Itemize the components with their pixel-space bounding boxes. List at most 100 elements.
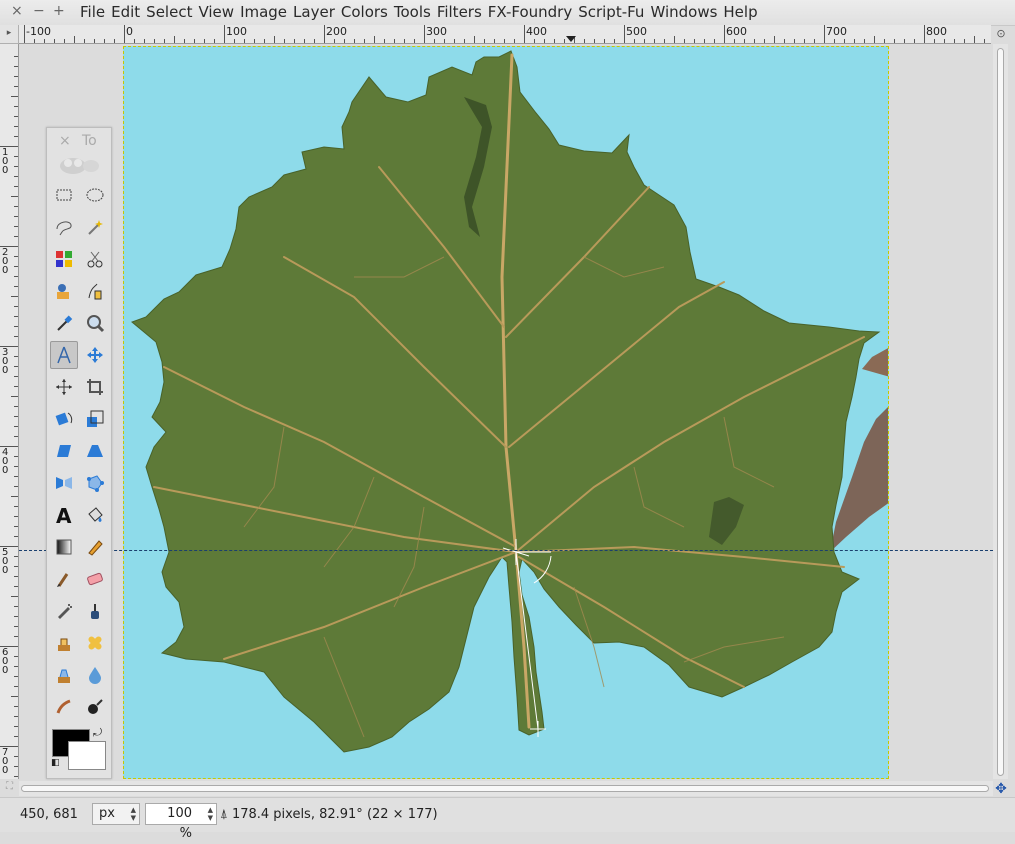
pencil-tool-icon[interactable]	[81, 533, 109, 561]
unit-select[interactable]: px ▲ ▼	[92, 803, 140, 825]
ruler-minor-tick	[14, 756, 18, 757]
ruler-minor-tick	[14, 616, 18, 617]
tool-grid: A	[49, 180, 111, 724]
paintbrush-tool-icon[interactable]	[50, 565, 78, 593]
ruler-minor-tick	[14, 176, 18, 177]
ruler-minor-tick	[14, 716, 18, 717]
navigate-icon[interactable]: ✥	[993, 781, 1009, 797]
ruler-minor-tick	[14, 356, 18, 357]
flip-tool-icon[interactable]	[50, 469, 78, 497]
rect-select-tool-icon[interactable]	[50, 181, 78, 209]
ruler-corner-button[interactable]: ▸	[0, 25, 19, 44]
crop-tool-icon[interactable]	[81, 373, 109, 401]
fuzzy-select-tool-icon[interactable]	[81, 213, 109, 241]
zoom-dropdown-icon: ▲ ▼	[207, 806, 213, 822]
vertical-scrollbar[interactable]	[993, 44, 1008, 779]
quick-mask-icon[interactable]: ⛶	[2, 781, 17, 796]
bucket-fill-tool-icon[interactable]	[81, 501, 109, 529]
ruler-label: 0	[126, 25, 133, 38]
image-canvas[interactable]	[123, 46, 889, 779]
color-picker-tool-icon[interactable]	[50, 309, 78, 337]
ink-tool-icon[interactable]	[81, 597, 109, 625]
eraser-tool-icon[interactable]	[81, 565, 109, 593]
paths-tool-icon[interactable]	[81, 277, 109, 305]
move-tool-icon[interactable]	[81, 341, 109, 369]
ruler-minor-tick	[14, 476, 18, 477]
toolbox-title: To	[82, 133, 97, 149]
ruler-minor-tick	[734, 39, 735, 43]
ruler-minor-tick	[14, 566, 18, 567]
free-select-tool-icon[interactable]	[50, 213, 78, 241]
ruler-label: 500	[2, 547, 9, 576]
horizontal-scroll-thumb[interactable]	[21, 785, 989, 792]
toolbox-close-icon[interactable]: ×	[59, 133, 71, 149]
ruler-minor-tick	[414, 39, 415, 43]
horizontal-ruler[interactable]: -100 0 100 200 300 400 500 600 700 800	[19, 25, 991, 44]
zoom-tool-icon[interactable]	[81, 309, 109, 337]
ruler-label: 600	[726, 25, 747, 38]
menu-layer[interactable]: Layer	[292, 2, 340, 21]
menu-tools[interactable]: Tools	[393, 2, 436, 21]
minimize-window-icon[interactable]: −	[33, 3, 45, 19]
perspective-tool-icon[interactable]	[81, 437, 109, 465]
menu-colors[interactable]: Colors	[340, 2, 393, 21]
ruler-minor-tick	[14, 516, 18, 517]
menu-image[interactable]: Image	[239, 2, 292, 21]
zoom-fit-icon[interactable]: ⊙	[993, 27, 1009, 41]
ruler-minor-tick	[304, 39, 305, 43]
perspective-clone-tool-icon[interactable]	[50, 661, 78, 689]
ruler-minor-tick	[14, 666, 18, 667]
menu-script-fu[interactable]: Script-Fu	[577, 2, 649, 21]
ruler-minor-tick	[14, 676, 18, 677]
reset-colors-icon[interactable]: ◧	[51, 758, 60, 768]
ruler-minor-tick	[44, 39, 45, 43]
horizontal-scrollbar[interactable]	[19, 781, 993, 796]
close-window-icon[interactable]: ×	[11, 3, 23, 19]
select-by-color-tool-icon[interactable]	[50, 245, 78, 273]
clone-tool-icon[interactable]	[50, 629, 78, 657]
canvas-area[interactable]	[19, 44, 993, 779]
menu-file[interactable]: File	[80, 2, 110, 21]
menu-filters[interactable]: Filters	[436, 2, 487, 21]
ruler-minor-tick	[294, 39, 295, 43]
horizontal-guide[interactable]	[19, 550, 993, 551]
airbrush-tool-icon[interactable]	[50, 597, 78, 625]
ruler-minor-tick	[684, 39, 685, 43]
smudge-tool-icon[interactable]	[50, 693, 78, 721]
ruler-minor-tick	[14, 426, 18, 427]
foreground-select-tool-icon[interactable]	[50, 277, 78, 305]
swap-colors-icon[interactable]: ⤾	[93, 726, 102, 740]
blend-tool-icon[interactable]	[50, 533, 78, 561]
maximize-window-icon[interactable]: +	[53, 3, 65, 19]
measure-tool-icon[interactable]	[50, 341, 78, 369]
heal-tool-icon[interactable]	[81, 629, 109, 657]
dodge-burn-tool-icon[interactable]	[81, 693, 109, 721]
ruler-minor-tick	[544, 39, 545, 43]
vertical-scroll-thumb[interactable]	[997, 48, 1004, 776]
menu-fx-foundry[interactable]: FX-Foundry	[487, 2, 577, 21]
ruler-minor-tick	[11, 696, 18, 697]
background-color-swatch[interactable]	[68, 741, 106, 770]
scissors-select-tool-icon[interactable]	[81, 245, 109, 273]
menu-help[interactable]: Help	[722, 2, 762, 21]
rotate-tool-icon[interactable]	[50, 405, 78, 433]
cage-transform-tool-icon[interactable]	[81, 469, 109, 497]
menu-edit[interactable]: Edit	[110, 2, 145, 21]
text-tool-icon[interactable]: A	[50, 501, 78, 529]
ruler-minor-tick	[14, 416, 18, 417]
blur-tool-icon[interactable]	[81, 661, 109, 689]
scale-tool-icon[interactable]	[81, 405, 109, 433]
ellipse-select-tool-icon[interactable]	[81, 181, 109, 209]
ruler-minor-tick	[14, 236, 18, 237]
ruler-minor-tick	[864, 39, 865, 43]
shear-tool-icon[interactable]	[50, 437, 78, 465]
vertical-ruler[interactable]: 100 200 300 400 500 600 700	[0, 44, 19, 779]
menu-select[interactable]: Select	[145, 2, 197, 21]
ruler-minor-tick	[14, 306, 18, 307]
menu-windows[interactable]: Windows	[649, 2, 722, 21]
ruler-minor-tick	[404, 39, 405, 43]
align-tool-icon[interactable]	[50, 373, 78, 401]
ruler-minor-tick	[134, 39, 135, 43]
zoom-select[interactable]: 100 % ▲ ▼	[145, 803, 217, 841]
menu-view[interactable]: View	[197, 2, 239, 21]
